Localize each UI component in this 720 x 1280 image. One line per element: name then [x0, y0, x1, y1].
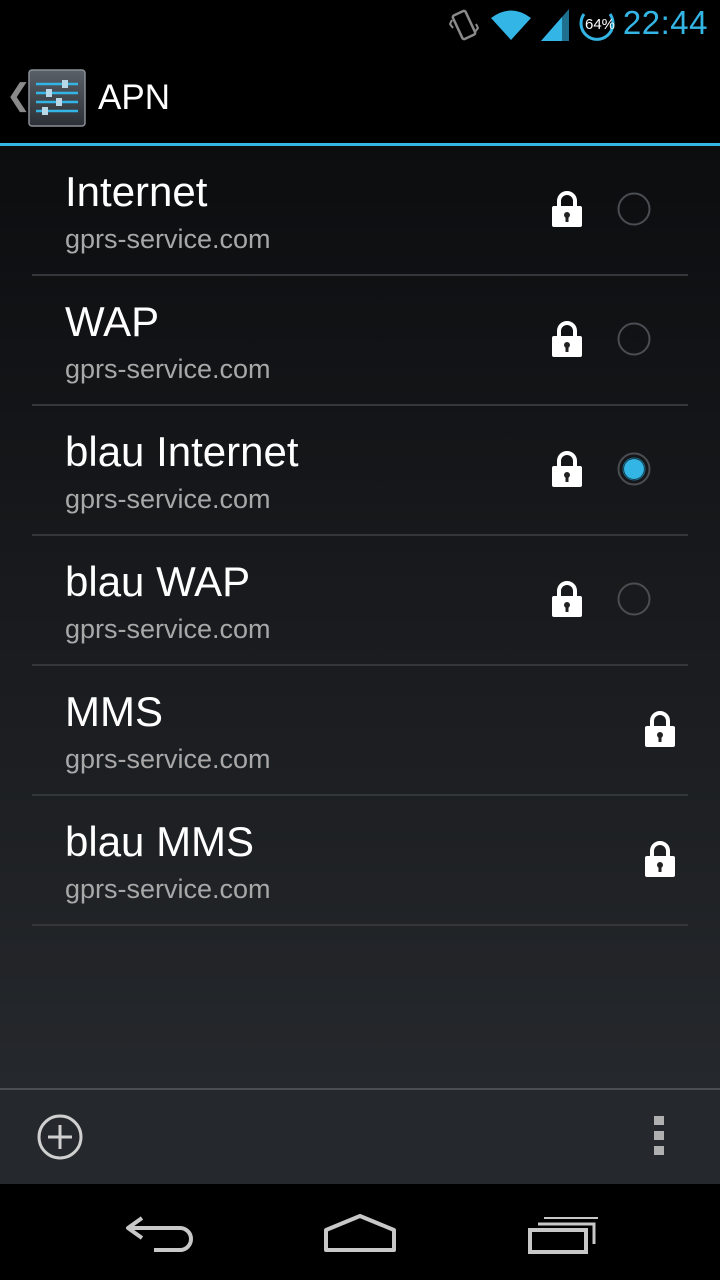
- apn-server: gprs-service.com: [65, 614, 271, 644]
- apn-server: gprs-service.com: [65, 484, 271, 514]
- recent-apps-icon[interactable]: [524, 1214, 600, 1256]
- apn-name: MMS: [65, 688, 163, 735]
- home-icon[interactable]: [320, 1212, 400, 1254]
- lock-icon: [645, 841, 675, 877]
- signal-icon: [541, 9, 569, 41]
- overflow-menu-icon[interactable]: [650, 1114, 670, 1158]
- radio-button[interactable]: [617, 322, 651, 356]
- lock-icon: [552, 191, 582, 227]
- apn-server: gprs-service.com: [65, 354, 271, 384]
- apn-server: gprs-service.com: [65, 874, 271, 904]
- apn-name: blau WAP: [65, 558, 251, 605]
- apn-item-internet[interactable]: Internet gprs-service.com: [32, 146, 688, 276]
- wifi-icon: [491, 10, 531, 40]
- apn-item-blau-wap[interactable]: blau WAP gprs-service.com: [32, 536, 688, 666]
- page-title: APN: [98, 78, 170, 117]
- lock-icon: [645, 711, 675, 747]
- apn-item-blau-internet[interactable]: blau Internet gprs-service.com: [32, 406, 688, 536]
- vibrate-icon: [448, 9, 480, 41]
- apn-server: gprs-service.com: [65, 224, 271, 254]
- lock-icon: [552, 321, 582, 357]
- status-time: 22:44: [622, 4, 708, 41]
- apn-name: blau MMS: [65, 818, 255, 865]
- apn-server: gprs-service.com: [65, 744, 271, 774]
- lock-icon: [552, 451, 582, 487]
- add-icon[interactable]: [36, 1113, 84, 1161]
- apn-item-wap[interactable]: WAP gprs-service.com: [32, 276, 688, 406]
- battery-icon: 64%: [578, 6, 620, 44]
- settings-sliders-icon[interactable]: [28, 69, 86, 127]
- apn-list: Internet gprs-service.com WAP gprs-servi…: [0, 146, 720, 1088]
- screen: 64% 22:44 ❮ APN Internet gprs-service.co…: [0, 0, 720, 1280]
- bottom-action-bar: [0, 1088, 720, 1184]
- apn-name: WAP: [65, 298, 160, 345]
- apn-item-mms[interactable]: MMS gprs-service.com: [32, 666, 688, 796]
- apn-item-blau-mms[interactable]: blau MMS gprs-service.com: [32, 796, 688, 926]
- radio-button-selected[interactable]: [617, 452, 651, 486]
- radio-button[interactable]: [617, 192, 651, 226]
- radio-button[interactable]: [617, 582, 651, 616]
- battery-percent: 64%: [585, 16, 616, 33]
- lock-icon: [552, 581, 582, 617]
- status-bar: 64% 22:44: [0, 0, 720, 50]
- apn-name: Internet: [65, 168, 208, 215]
- back-icon[interactable]: [124, 1214, 196, 1256]
- apn-name: blau Internet: [65, 428, 299, 475]
